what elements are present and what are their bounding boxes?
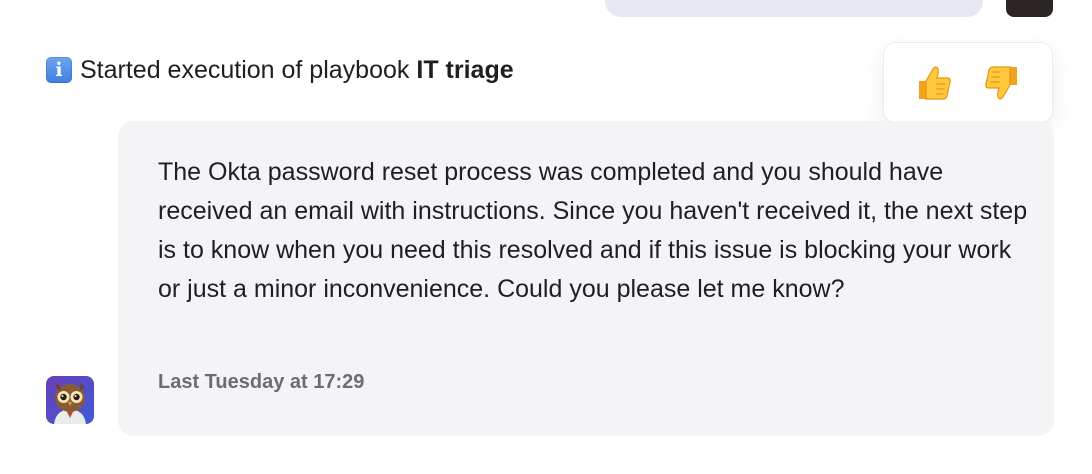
system-message: i Started execution of playbook IT triag… xyxy=(46,54,514,86)
chat-thread: i Started execution of playbook IT triag… xyxy=(0,0,1092,474)
thumbs-down-icon xyxy=(985,65,1017,100)
thumbs-up-button[interactable] xyxy=(908,58,958,108)
thumbs-down-button[interactable] xyxy=(978,58,1028,108)
message-timestamp: Last Tuesday at 17:29 xyxy=(158,371,365,393)
assistant-message-bubble: The Okta password reset process was comp… xyxy=(118,121,1054,436)
owl-avatar-icon xyxy=(46,376,94,424)
feedback-popover xyxy=(883,42,1053,123)
system-message-text: Started execution of playbook xyxy=(80,56,410,84)
user-avatar xyxy=(1006,0,1053,17)
thumbs-up-icon xyxy=(919,65,951,100)
previous-user-message-bubble xyxy=(605,0,983,17)
playbook-name: IT triage xyxy=(416,56,514,84)
assistant-message-text: The Okta password reset process was comp… xyxy=(158,158,1028,303)
info-icon: i xyxy=(46,57,72,83)
